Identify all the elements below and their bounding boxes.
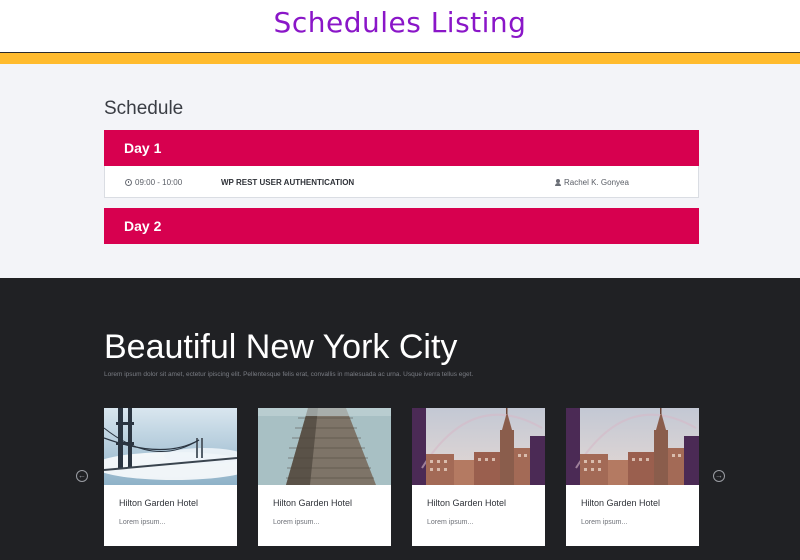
card-title: Hilton Garden Hotel — [427, 498, 507, 508]
flatiron-building-image — [258, 408, 391, 485]
arrow-left-circle-icon[interactable]: ← — [76, 470, 88, 482]
city-description: Lorem ipsum dolor sit amet, ectetur ipis… — [104, 371, 474, 378]
hotel-card-3[interactable]: Hilton Garden Hotel Lorem ipsum... — [412, 408, 545, 546]
city-section: Beautiful New York City Lorem ipsum dolo… — [0, 278, 800, 560]
schedule-section: Schedule Day 1 09:00 - 10:00 WP REST USE… — [0, 64, 800, 278]
user-icon — [555, 179, 561, 186]
card-text: Lorem ipsum... — [119, 519, 166, 526]
schedule-heading: Schedule — [104, 98, 184, 119]
session-time: 09:00 - 10:00 — [125, 178, 182, 187]
card-title: Hilton Garden Hotel — [119, 498, 199, 508]
top-banner: Schedules Listing — [0, 0, 800, 52]
day-panel-1: Day 1 09:00 - 10:00 WP REST USER AUTHENT… — [104, 130, 699, 198]
accent-bar — [0, 53, 800, 64]
day-panel-2: Day 2 — [104, 208, 699, 244]
session-speaker: Rachel K. Gonyea — [555, 178, 629, 187]
session-time-text: 09:00 - 10:00 — [135, 178, 183, 187]
card-text: Lorem ipsum... — [273, 519, 320, 526]
hotel-card-1[interactable]: Hilton Garden Hotel Lorem ipsum... — [104, 408, 237, 546]
session-title: WP REST USER AUTHENTICATION — [221, 178, 355, 187]
clock-icon — [125, 179, 132, 186]
day-header-1[interactable]: Day 1 — [104, 130, 699, 166]
arrow-right-circle-icon[interactable]: → — [713, 470, 725, 482]
skyline-image — [412, 408, 545, 485]
hotel-card-2[interactable]: Hilton Garden Hotel Lorem ipsum... — [258, 408, 391, 546]
hotel-card-4[interactable]: Hilton Garden Hotel Lorem ipsum... — [566, 408, 699, 546]
bridge-image — [104, 408, 237, 485]
card-text: Lorem ipsum... — [427, 519, 474, 526]
card-text: Lorem ipsum... — [581, 519, 628, 526]
card-title: Hilton Garden Hotel — [581, 498, 661, 508]
skyline-image — [566, 408, 699, 485]
city-title: Beautiful New York City — [104, 328, 458, 366]
session-speaker-name: Rachel K. Gonyea — [564, 178, 629, 187]
session-row[interactable]: 09:00 - 10:00 WP REST USER AUTHENTICATIO… — [104, 166, 699, 198]
card-title: Hilton Garden Hotel — [273, 498, 353, 508]
day-header-2[interactable]: Day 2 — [104, 208, 699, 244]
page-title: Schedules Listing — [273, 6, 527, 39]
